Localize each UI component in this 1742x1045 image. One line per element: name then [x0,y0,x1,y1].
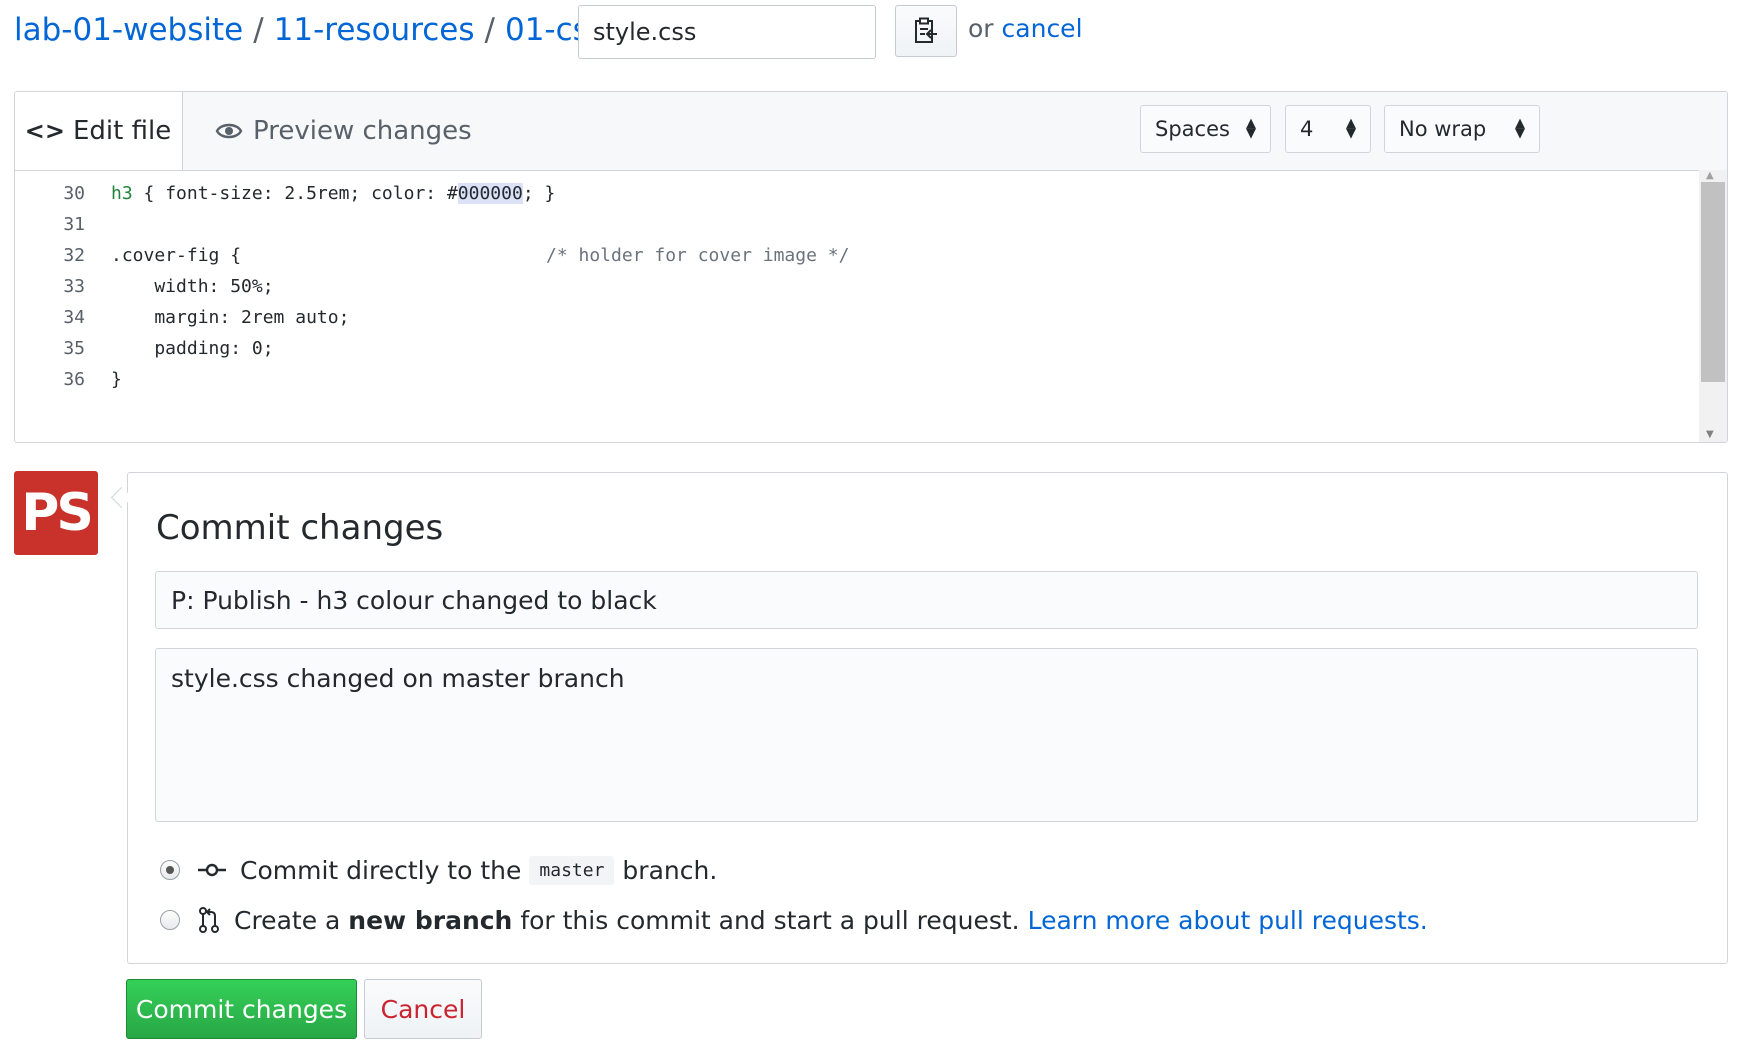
code-fragment: { font-size: 2.5rem; color: # [132,183,458,204]
commit-new-branch-text: Create a [234,905,341,935]
cancel-link[interactable]: cancel [1002,14,1083,43]
wrap-mode-value: No wrap [1399,117,1487,141]
commit-description-textarea[interactable]: style.css changed on master branch [155,648,1698,822]
scrollbar-thumb[interactable] [1701,182,1725,382]
commit-summary-input[interactable]: P: Publish - h3 colour changed to black [155,571,1698,629]
code-line: 34 margin: 2rem auto; [15,302,349,333]
filename-input[interactable]: style.css [578,5,876,59]
indent-mode-value: Spaces [1155,117,1230,141]
scroll-up-arrow-icon[interactable]: ▲ [1706,170,1714,181]
breadcrumb-repo-link[interactable]: lab-01-website [14,12,243,48]
line-number: 36 [63,369,85,390]
indent-size-select[interactable]: 4 ▲ ▼ [1285,105,1371,153]
line-number: 33 [63,276,85,297]
commit-new-branch-option[interactable]: Create a new branch for this commit and … [160,902,1428,938]
or-text: or [968,14,994,43]
new-branch-bold-text: new branch [348,905,513,935]
avatar-logo: PS [21,483,94,543]
code-line: 31 [15,209,111,240]
wrap-mode-select[interactable]: No wrap ▲ ▼ [1384,105,1540,153]
line-text: } [111,369,122,390]
code-area[interactable]: 30 h3 { font-size: 2.5rem; color: #00000… [15,170,1695,442]
learn-more-pull-requests-link[interactable]: Learn more about pull requests. [1028,906,1428,935]
breadcrumb-separator: / [253,12,264,48]
code-line: 32 .cover-fig { /* holder for cover imag… [15,240,849,271]
breadcrumb: lab-01-website / 11-resources / 01-css / [14,8,635,52]
commit-direct-text: Commit directly to the [240,855,522,885]
tab-preview-label: Preview changes [253,116,472,146]
commit-title: Commit changes [156,508,444,548]
css-selector: h3 [111,183,133,204]
line-text: margin: 2rem auto; [111,307,350,328]
line-text: h3 { font-size: 2.5rem; color: #000000; … [111,183,555,204]
line-text: width: 50%; [111,276,274,297]
code-line: 35 padding: 0; [15,333,274,364]
line-number: 34 [63,307,85,328]
git-commit-icon [198,863,226,877]
code-comment: /* holder for cover image */ [546,245,850,266]
commit-new-branch-text-end: for this commit and start a pull request… [520,905,1020,935]
line-text: .cover-fig { [111,245,242,266]
line-number: 30 [63,183,85,204]
or-cancel: or cancel [968,14,1083,43]
scroll-down-arrow-icon[interactable]: ▼ [1706,429,1714,440]
eye-icon [215,123,243,139]
avatar: PS [14,471,98,555]
breadcrumb-separator: / [484,12,495,48]
branch-name-badge: master [529,855,615,885]
commit-changes-button[interactable]: Commit changes [126,979,357,1039]
code-fragment: ; } [522,183,556,204]
selected-text: 000000 [457,183,523,204]
code-line: 33 width: 50%; [15,271,274,302]
tab-edit-label: Edit file [73,115,172,146]
select-arrows-icon: ▲ ▼ [1346,116,1356,141]
select-arrows-icon: ▲ ▼ [1246,116,1256,141]
commit-direct-text-end: branch. [622,855,718,885]
code-line: 36 } [15,364,122,395]
commit-direct-option[interactable]: Commit directly to the master branch. [160,852,717,888]
line-number: 32 [63,245,85,266]
commit-new-branch-radio[interactable] [160,910,180,930]
select-arrows-icon: ▲ ▼ [1515,116,1525,141]
cancel-button[interactable]: Cancel [364,979,482,1039]
line-number: 35 [63,338,85,359]
code-line: 30 h3 { font-size: 2.5rem; color: #00000… [15,178,555,209]
paste-button[interactable] [895,5,957,57]
line-number: 31 [63,214,85,235]
line-text: padding: 0; [111,338,274,359]
file-editor: <> Edit file Preview changes Spaces ▲ ▼ 4… [14,91,1728,443]
editor-scrollbar[interactable]: ▲ ▼ [1699,170,1727,442]
git-pull-request-icon [199,907,219,933]
tab-preview-changes[interactable]: Preview changes [215,92,472,170]
tab-edit-file[interactable]: <> Edit file [15,92,183,170]
indent-size-value: 4 [1300,117,1314,141]
editor-tabbar: <> Edit file Preview changes Spaces ▲ ▼ 4… [15,92,1727,171]
commit-direct-radio[interactable] [160,860,180,880]
code-icon: <> [24,116,65,145]
breadcrumb-folder-resources-link[interactable]: 11-resources [274,12,475,48]
indent-mode-select[interactable]: Spaces ▲ ▼ [1140,105,1271,153]
clipboard-paste-icon [915,17,937,43]
